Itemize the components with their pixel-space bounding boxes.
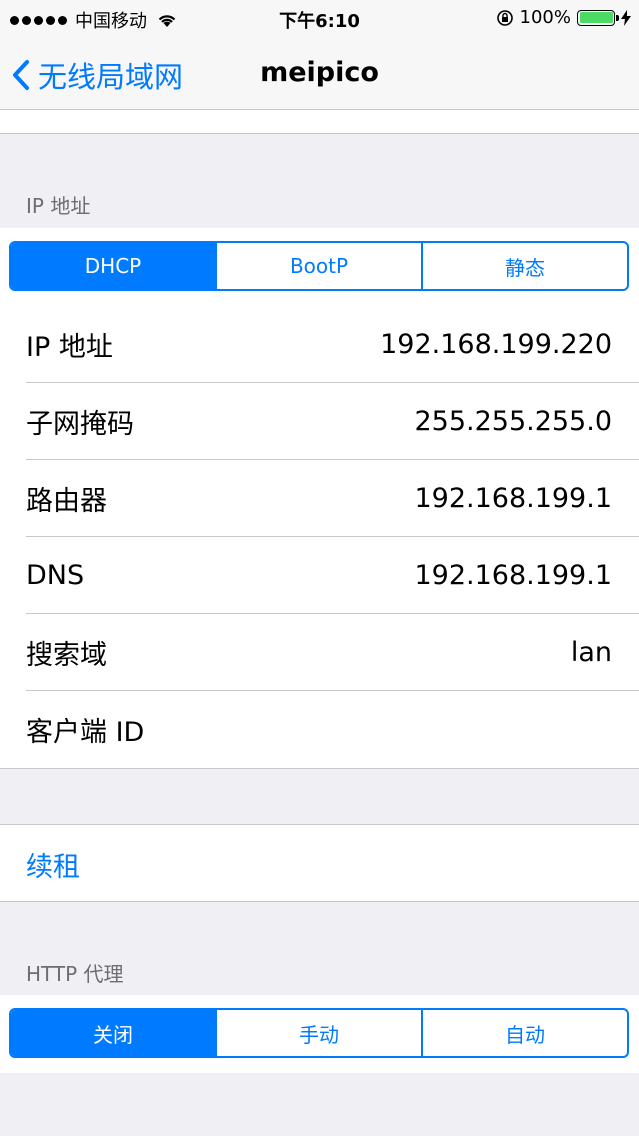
segment-auto[interactable]: 自动 [421,1010,627,1056]
segment-dhcp[interactable]: DHCP [11,243,215,289]
page-title: meipico [260,57,379,88]
proxy-mode-segmented-control: 关闭 手动 自动 [9,1008,629,1058]
row-value: 192.168.199.1 [414,483,612,514]
renew-lease-label: 续租 [26,852,80,883]
status-left: 中国移动 [10,7,177,33]
renew-lease-button[interactable]: 续租 [0,824,639,902]
row-value: 255.255.255.0 [414,406,612,437]
row-dns[interactable]: DNS 192.168.199.1 [0,537,639,614]
status-right: 100% [496,7,631,28]
row-value: 192.168.199.220 [380,329,612,360]
ip-details-table: IP 地址 192.168.199.220 子网掩码 255.255.255.0… [0,306,639,769]
row-ip-address: IP 地址 192.168.199.220 [0,306,639,383]
row-label: 搜索域 [26,640,107,671]
battery-icon [577,9,619,26]
ip-mode-container: DHCP BootP 静态 [0,228,639,306]
row-value: lan [570,637,612,668]
wifi-icon [158,15,176,27]
row-label: 子网掩码 [26,409,134,440]
row-label: 客户端 ID [26,717,145,748]
row-router: 路由器 192.168.199.1 [0,460,639,537]
ip-mode-segmented-control: DHCP BootP 静态 [9,241,629,291]
segment-manual[interactable]: 手动 [215,1010,421,1056]
segment-bootp[interactable]: BootP [215,243,421,289]
segment-off[interactable]: 关闭 [11,1010,215,1056]
carrier-name: 中国移动 [75,11,147,32]
row-client-id[interactable]: 客户端 ID [0,691,639,768]
row-label: 路由器 [26,486,107,517]
scrolled-cell [0,110,639,134]
charging-bolt-icon [621,9,631,26]
row-value: 192.168.199.1 [414,560,612,591]
orientation-lock-icon [496,9,513,26]
proxy-mode-container: 关闭 手动 自动 [0,995,639,1073]
navigation-bar: 无线局域网 meipico [0,40,639,110]
battery-fill [579,12,613,23]
status-bar: 中国移动 下午6:10 100% [0,0,639,40]
proxy-section-header: HTTP 代理 [26,962,124,986]
segment-static[interactable]: 静态 [421,243,627,289]
battery-percentage: 100% [519,7,571,28]
ip-section-header: IP 地址 [26,194,91,218]
row-label: IP 地址 [26,332,113,363]
row-label: DNS [26,560,85,591]
signal-strength-icon [10,15,67,25]
row-search-domain[interactable]: 搜索域 lan [0,614,639,691]
row-subnet-mask: 子网掩码 255.255.255.0 [0,383,639,460]
